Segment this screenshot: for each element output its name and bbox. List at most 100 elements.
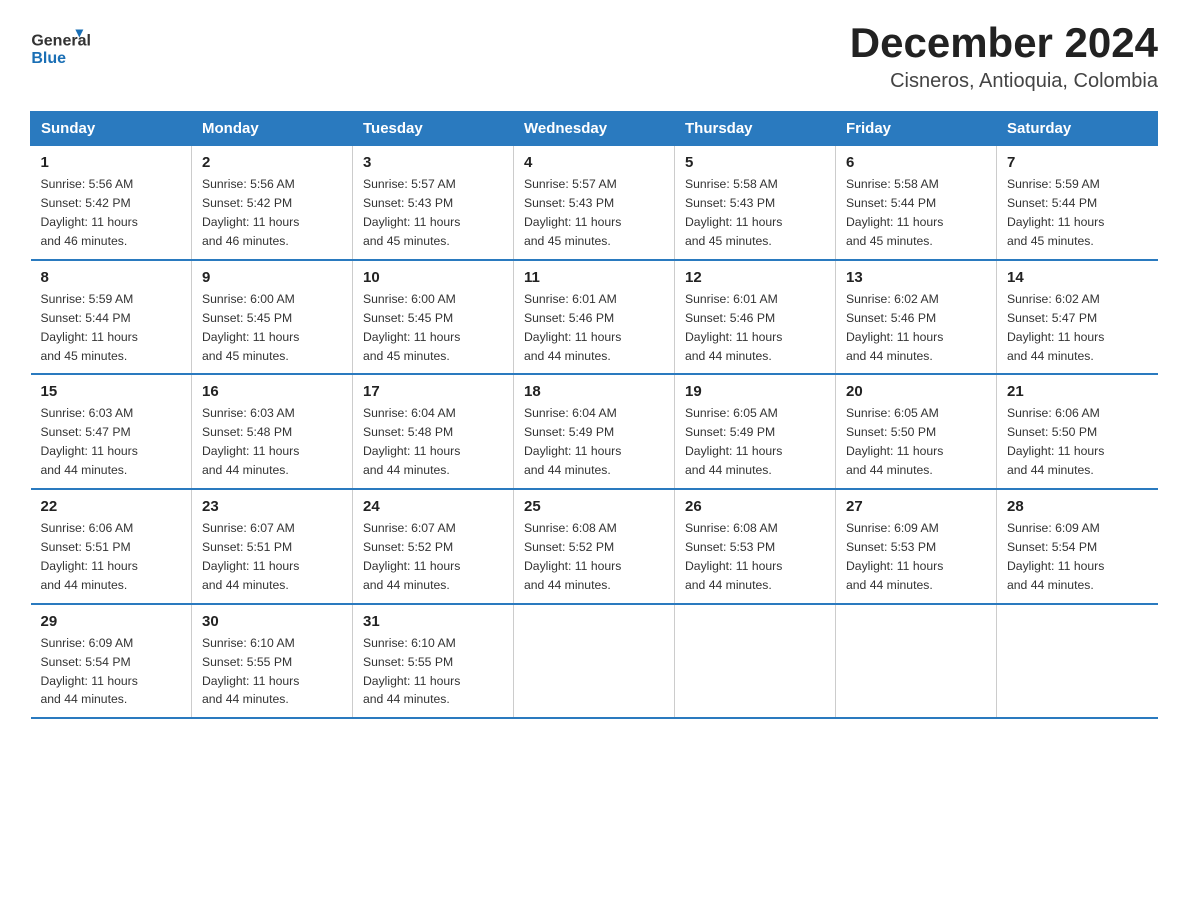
day-info: Sunrise: 6:00 AM Sunset: 5:45 PM Dayligh… <box>202 290 342 366</box>
day-of-week-monday: Monday <box>192 112 353 146</box>
day-number: 26 <box>685 498 825 515</box>
calendar-cell: 17Sunrise: 6:04 AM Sunset: 5:48 PM Dayli… <box>353 374 514 489</box>
week-row-4: 22 Sunrise: 6:06 AM Sunset: 5:51 PM Dayli… <box>31 489 1158 604</box>
day-number: 25 <box>524 498 664 515</box>
day-info: Sunrise: 6:06 AM Sunset: 5:50 PM Dayligh… <box>1007 404 1148 480</box>
day-number: 19 <box>685 383 825 400</box>
week-row-2: 8 Sunrise: 5:59 AM Sunset: 5:44 PM Daylig… <box>31 260 1158 375</box>
calendar-cell <box>997 604 1158 719</box>
day-number: 20 <box>846 383 986 400</box>
calendar-cell: 25 Sunrise: 6:08 AM Sunset: 5:52 PM Dayli… <box>514 489 675 604</box>
calendar-cell: 28 Sunrise: 6:09 AM Sunset: 5:54 PM Dayli… <box>997 489 1158 604</box>
calendar-cell: 30Sunrise: 6:10 AM Sunset: 5:55 PM Dayli… <box>192 604 353 719</box>
calendar-cell: 22 Sunrise: 6:06 AM Sunset: 5:51 PM Dayli… <box>31 489 192 604</box>
day-number: 29 <box>41 613 182 630</box>
calendar-cell: 16Sunrise: 6:03 AM Sunset: 5:48 PM Dayli… <box>192 374 353 489</box>
day-info: Sunrise: 6:04 AM Sunset: 5:48 PM Dayligh… <box>363 404 503 480</box>
calendar-cell: 18 Sunrise: 6:04 AM Sunset: 5:49 PM Dayli… <box>514 374 675 489</box>
day-number: 27 <box>846 498 986 515</box>
day-number: 2 <box>202 154 342 171</box>
calendar-cell <box>514 604 675 719</box>
day-info: Sunrise: 6:08 AM Sunset: 5:52 PM Dayligh… <box>524 519 664 595</box>
calendar-cell: 13 Sunrise: 6:02 AM Sunset: 5:46 PM Dayli… <box>836 260 997 375</box>
logo-svg: General Blue <box>30 20 90 75</box>
calendar-cell <box>836 604 997 719</box>
day-of-week-thursday: Thursday <box>675 112 836 146</box>
location-subtitle: Cisneros, Antioquia, Colombia <box>850 70 1158 93</box>
day-info: Sunrise: 6:07 AM Sunset: 5:51 PM Dayligh… <box>202 519 342 595</box>
day-info: Sunrise: 5:59 AM Sunset: 5:44 PM Dayligh… <box>41 290 182 366</box>
week-row-3: 15Sunrise: 6:03 AM Sunset: 5:47 PM Dayli… <box>31 374 1158 489</box>
day-number: 4 <box>524 154 664 171</box>
day-number: 10 <box>363 269 503 286</box>
day-number: 11 <box>524 269 664 286</box>
logo: General Blue <box>30 20 90 75</box>
month-title: December 2024 <box>850 20 1158 66</box>
day-of-week-tuesday: Tuesday <box>353 112 514 146</box>
day-number: 13 <box>846 269 986 286</box>
day-number: 23 <box>202 498 342 515</box>
day-info: Sunrise: 6:01 AM Sunset: 5:46 PM Dayligh… <box>524 290 664 366</box>
day-number: 1 <box>41 154 182 171</box>
day-info: Sunrise: 6:00 AM Sunset: 5:45 PM Dayligh… <box>363 290 503 366</box>
calendar-cell: 9Sunrise: 6:00 AM Sunset: 5:45 PM Daylig… <box>192 260 353 375</box>
day-number: 18 <box>524 383 664 400</box>
title-block: December 2024 Cisneros, Antioquia, Colom… <box>850 20 1158 93</box>
day-info: Sunrise: 6:07 AM Sunset: 5:52 PM Dayligh… <box>363 519 503 595</box>
day-info: Sunrise: 6:03 AM Sunset: 5:48 PM Dayligh… <box>202 404 342 480</box>
day-info: Sunrise: 5:58 AM Sunset: 5:44 PM Dayligh… <box>846 175 986 251</box>
calendar-body: 1 Sunrise: 5:56 AM Sunset: 5:42 PM Daylig… <box>31 146 1158 719</box>
day-number: 22 <box>41 498 182 515</box>
day-info: Sunrise: 6:10 AM Sunset: 5:55 PM Dayligh… <box>202 634 342 710</box>
day-number: 14 <box>1007 269 1148 286</box>
calendar-cell: 14 Sunrise: 6:02 AM Sunset: 5:47 PM Dayli… <box>997 260 1158 375</box>
calendar-cell: 5Sunrise: 5:58 AM Sunset: 5:43 PM Daylig… <box>675 146 836 260</box>
week-row-5: 29 Sunrise: 6:09 AM Sunset: 5:54 PM Dayli… <box>31 604 1158 719</box>
day-info: Sunrise: 6:04 AM Sunset: 5:49 PM Dayligh… <box>524 404 664 480</box>
day-of-week-sunday: Sunday <box>31 112 192 146</box>
day-number: 12 <box>685 269 825 286</box>
day-info: Sunrise: 6:09 AM Sunset: 5:54 PM Dayligh… <box>41 634 182 710</box>
calendar-cell: 8 Sunrise: 5:59 AM Sunset: 5:44 PM Daylig… <box>31 260 192 375</box>
calendar-cell: 7Sunrise: 5:59 AM Sunset: 5:44 PM Daylig… <box>997 146 1158 260</box>
calendar-cell: 27 Sunrise: 6:09 AM Sunset: 5:53 PM Dayli… <box>836 489 997 604</box>
calendar-cell: 24 Sunrise: 6:07 AM Sunset: 5:52 PM Dayli… <box>353 489 514 604</box>
day-info: Sunrise: 5:56 AM Sunset: 5:42 PM Dayligh… <box>41 175 182 251</box>
day-info: Sunrise: 6:03 AM Sunset: 5:47 PM Dayligh… <box>41 404 182 480</box>
day-info: Sunrise: 6:05 AM Sunset: 5:49 PM Dayligh… <box>685 404 825 480</box>
page-header: General Blue December 2024 Cisneros, Ant… <box>30 20 1158 93</box>
calendar-cell: 12 Sunrise: 6:01 AM Sunset: 5:46 PM Dayli… <box>675 260 836 375</box>
calendar-cell <box>675 604 836 719</box>
day-of-week-friday: Friday <box>836 112 997 146</box>
day-of-week-wednesday: Wednesday <box>514 112 675 146</box>
days-of-week-row: SundayMondayTuesdayWednesdayThursdayFrid… <box>31 112 1158 146</box>
day-info: Sunrise: 6:09 AM Sunset: 5:53 PM Dayligh… <box>846 519 986 595</box>
calendar-cell: 29 Sunrise: 6:09 AM Sunset: 5:54 PM Dayli… <box>31 604 192 719</box>
day-number: 24 <box>363 498 503 515</box>
day-number: 21 <box>1007 383 1148 400</box>
calendar-cell: 31Sunrise: 6:10 AM Sunset: 5:55 PM Dayli… <box>353 604 514 719</box>
day-number: 6 <box>846 154 986 171</box>
day-info: Sunrise: 6:05 AM Sunset: 5:50 PM Dayligh… <box>846 404 986 480</box>
calendar-table: SundayMondayTuesdayWednesdayThursdayFrid… <box>30 111 1158 719</box>
calendar-cell: 19 Sunrise: 6:05 AM Sunset: 5:49 PM Dayli… <box>675 374 836 489</box>
day-info: Sunrise: 6:02 AM Sunset: 5:46 PM Dayligh… <box>846 290 986 366</box>
day-info: Sunrise: 6:06 AM Sunset: 5:51 PM Dayligh… <box>41 519 182 595</box>
calendar-cell: 15Sunrise: 6:03 AM Sunset: 5:47 PM Dayli… <box>31 374 192 489</box>
calendar-cell: 10 Sunrise: 6:00 AM Sunset: 5:45 PM Dayli… <box>353 260 514 375</box>
svg-text:General: General <box>31 33 90 50</box>
calendar-cell: 11 Sunrise: 6:01 AM Sunset: 5:46 PM Dayli… <box>514 260 675 375</box>
day-info: Sunrise: 6:09 AM Sunset: 5:54 PM Dayligh… <box>1007 519 1148 595</box>
calendar-cell: 2Sunrise: 5:56 AM Sunset: 5:42 PM Daylig… <box>192 146 353 260</box>
week-row-1: 1 Sunrise: 5:56 AM Sunset: 5:42 PM Daylig… <box>31 146 1158 260</box>
day-number: 3 <box>363 154 503 171</box>
day-info: Sunrise: 5:57 AM Sunset: 5:43 PM Dayligh… <box>524 175 664 251</box>
day-number: 28 <box>1007 498 1148 515</box>
day-info: Sunrise: 6:02 AM Sunset: 5:47 PM Dayligh… <box>1007 290 1148 366</box>
day-number: 8 <box>41 269 182 286</box>
day-number: 7 <box>1007 154 1148 171</box>
day-info: Sunrise: 6:01 AM Sunset: 5:46 PM Dayligh… <box>685 290 825 366</box>
calendar-cell: 1 Sunrise: 5:56 AM Sunset: 5:42 PM Daylig… <box>31 146 192 260</box>
calendar-cell: 6 Sunrise: 5:58 AM Sunset: 5:44 PM Daylig… <box>836 146 997 260</box>
day-info: Sunrise: 6:10 AM Sunset: 5:55 PM Dayligh… <box>363 634 503 710</box>
